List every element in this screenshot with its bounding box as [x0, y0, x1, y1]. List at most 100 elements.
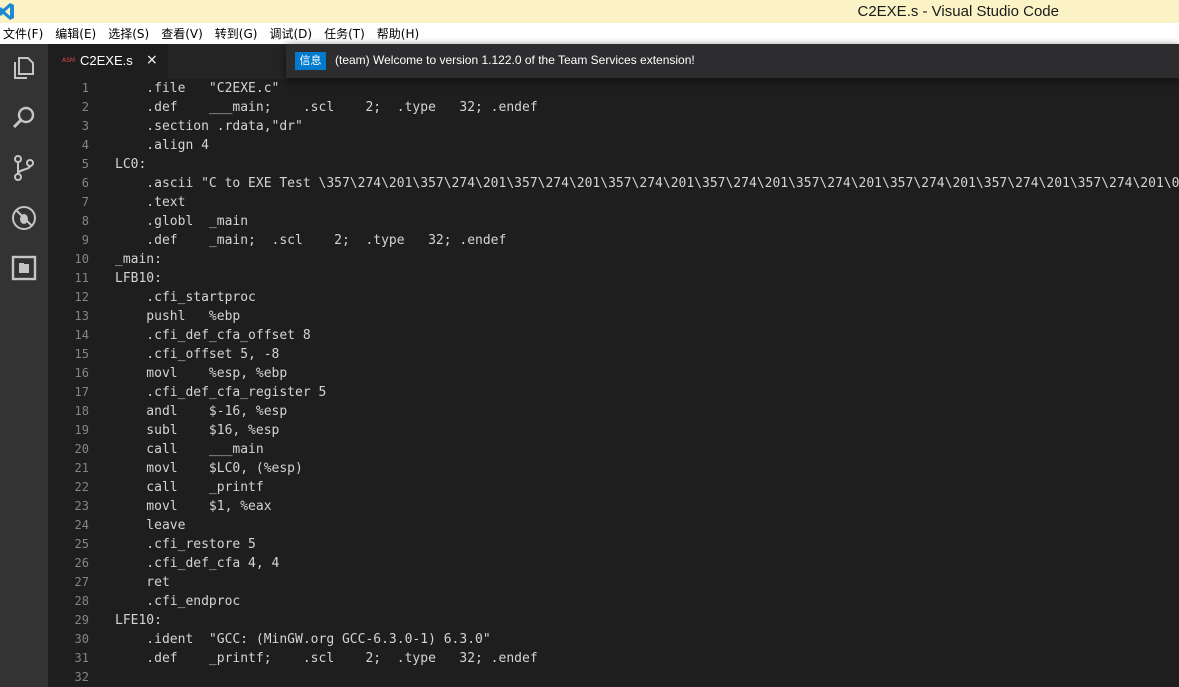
code-line[interactable]: 4 .align 4: [48, 136, 1179, 155]
code-line[interactable]: 19 subl $16, %esp: [48, 421, 1179, 440]
code-text[interactable]: .text: [115, 193, 185, 212]
menu-help[interactable]: 帮助(H): [377, 25, 419, 42]
code-line[interactable]: 21 movl $LC0, (%esp): [48, 459, 1179, 478]
menu-selection[interactable]: 选择(S): [108, 25, 149, 42]
code-line[interactable]: 6 .ascii "C to EXE Test \357\274\201\357…: [48, 174, 1179, 193]
code-line[interactable]: 27 ret: [48, 573, 1179, 592]
line-number: 25: [74, 537, 89, 551]
menu-file[interactable]: 文件(F): [3, 25, 43, 42]
line-number: 22: [74, 480, 89, 494]
code-text[interactable]: _main:: [115, 250, 162, 269]
code-line[interactable]: 16 movl %esp, %ebp: [48, 364, 1179, 383]
code-text[interactable]: .ident "GCC: (MinGW.org GCC-6.3.0-1) 6.3…: [115, 630, 490, 649]
line-number: 3: [81, 119, 89, 133]
menu-go[interactable]: 转到(G): [215, 25, 258, 42]
code-text[interactable]: LFB10:: [115, 269, 162, 288]
code-text[interactable]: movl $LC0, (%esp): [115, 459, 303, 478]
code-line[interactable]: 32: [48, 668, 1179, 687]
debug-icon[interactable]: [10, 204, 38, 232]
code-line[interactable]: 14 .cfi_def_cfa_offset 8: [48, 326, 1179, 345]
line-number: 18: [74, 404, 89, 418]
line-number: 10: [74, 252, 89, 266]
code-editor[interactable]: 1 .file "C2EXE.c" 2 .def ___main; .scl 2;…: [48, 79, 1179, 687]
code-text[interactable]: LFE10:: [115, 611, 162, 630]
code-line[interactable]: 24 leave: [48, 516, 1179, 535]
line-number: 4: [81, 138, 89, 152]
code-line[interactable]: 26 .cfi_def_cfa 4, 4: [48, 554, 1179, 573]
code-line[interactable]: 28 .cfi_endproc: [48, 592, 1179, 611]
tab-c2exe-s[interactable]: ASM C2EXE.s ×: [48, 44, 168, 79]
code-text[interactable]: .cfi_offset 5, -8: [115, 345, 279, 364]
line-number: 13: [74, 309, 89, 323]
code-text[interactable]: call _printf: [115, 478, 263, 497]
code-text[interactable]: .ascii "C to EXE Test \357\274\201\357\2…: [115, 174, 1179, 193]
code-line[interactable]: 17 .cfi_def_cfa_register 5: [48, 383, 1179, 402]
menu-edit[interactable]: 编辑(E): [55, 25, 96, 42]
code-text[interactable]: .globl _main: [115, 212, 248, 231]
code-text[interactable]: call ___main: [115, 440, 263, 459]
code-line[interactable]: 7 .text: [48, 193, 1179, 212]
menu-tasks[interactable]: 任务(T): [324, 25, 365, 42]
menu-view[interactable]: 查看(V): [161, 25, 203, 42]
code-text[interactable]: subl $16, %esp: [115, 421, 279, 440]
code-line[interactable]: 15 .cfi_offset 5, -8: [48, 345, 1179, 364]
code-text[interactable]: .cfi_endproc: [115, 592, 240, 611]
line-number: 28: [74, 594, 89, 608]
line-number: 6: [81, 176, 89, 190]
line-number: 11: [74, 271, 89, 285]
code-line[interactable]: 11 LFB10:: [48, 269, 1179, 288]
code-line[interactable]: 10 _main:: [48, 250, 1179, 269]
line-number: 20: [74, 442, 89, 456]
code-text[interactable]: .cfi_def_cfa_register 5: [115, 383, 326, 402]
window-title: C2EXE.s - Visual Studio Code: [857, 3, 1060, 20]
explorer-icon[interactable]: [10, 54, 38, 82]
search-icon[interactable]: [10, 104, 38, 132]
code-line[interactable]: 22 call _printf: [48, 478, 1179, 497]
code-text[interactable]: .cfi_restore 5: [115, 535, 256, 554]
code-text[interactable]: .cfi_def_cfa 4, 4: [115, 554, 279, 573]
code-text[interactable]: leave: [115, 516, 185, 535]
code-text[interactable]: .file "C2EXE.c": [115, 79, 279, 98]
code-text[interactable]: andl $-16, %esp: [115, 402, 287, 421]
extensions-icon[interactable]: [10, 254, 38, 282]
code-line[interactable]: 3 .section .rdata,"dr": [48, 117, 1179, 136]
code-text[interactable]: .def _main; .scl 2; .type 32; .endef: [115, 231, 506, 250]
code-line[interactable]: 23 movl $1, %eax: [48, 497, 1179, 516]
line-number: 30: [74, 632, 89, 646]
line-number: 24: [74, 518, 89, 532]
close-icon[interactable]: ×: [146, 52, 158, 68]
code-text[interactable]: ret: [115, 573, 170, 592]
code-line[interactable]: 2 .def ___main; .scl 2; .type 32; .endef: [48, 98, 1179, 117]
code-line[interactable]: 8 .globl _main: [48, 212, 1179, 231]
code-text[interactable]: .cfi_def_cfa_offset 8: [115, 326, 310, 345]
code-line[interactable]: 18 andl $-16, %esp: [48, 402, 1179, 421]
code-line[interactable]: 12 .cfi_startproc: [48, 288, 1179, 307]
line-number: 21: [74, 461, 89, 475]
code-line[interactable]: 25 .cfi_restore 5: [48, 535, 1179, 554]
source-control-icon[interactable]: [10, 154, 38, 182]
notification-message: (team) Welcome to version 1.122.0 of the…: [335, 53, 695, 67]
code-text[interactable]: .align 4: [115, 136, 209, 155]
tab-label: C2EXE.s: [80, 53, 133, 68]
code-line[interactable]: 20 call ___main: [48, 440, 1179, 459]
code-line[interactable]: 1 .file "C2EXE.c": [48, 79, 1179, 98]
code-text[interactable]: pushl %ebp: [115, 307, 240, 326]
line-number: 29: [74, 613, 89, 627]
code-text[interactable]: movl %esp, %ebp: [115, 364, 287, 383]
code-line[interactable]: 9 .def _main; .scl 2; .type 32; .endef: [48, 231, 1179, 250]
code-text[interactable]: movl $1, %eax: [115, 497, 271, 516]
code-line[interactable]: 5 LC0:: [48, 155, 1179, 174]
line-number: 32: [74, 670, 89, 684]
code-text[interactable]: .section .rdata,"dr": [115, 117, 303, 136]
menu-debug[interactable]: 调试(D): [269, 25, 312, 42]
code-line[interactable]: 30 .ident "GCC: (MinGW.org GCC-6.3.0-1) …: [48, 630, 1179, 649]
code-line[interactable]: 29 LFE10:: [48, 611, 1179, 630]
code-text[interactable]: LC0:: [115, 155, 146, 174]
code-text[interactable]: .def ___main; .scl 2; .type 32; .endef: [115, 98, 537, 117]
code-text[interactable]: .cfi_startproc: [115, 288, 256, 307]
code-text[interactable]: .def _printf; .scl 2; .type 32; .endef: [115, 649, 537, 668]
line-number: 12: [74, 290, 89, 304]
line-number: 14: [74, 328, 89, 342]
code-line[interactable]: 13 pushl %ebp: [48, 307, 1179, 326]
code-line[interactable]: 31 .def _printf; .scl 2; .type 32; .ende…: [48, 649, 1179, 668]
